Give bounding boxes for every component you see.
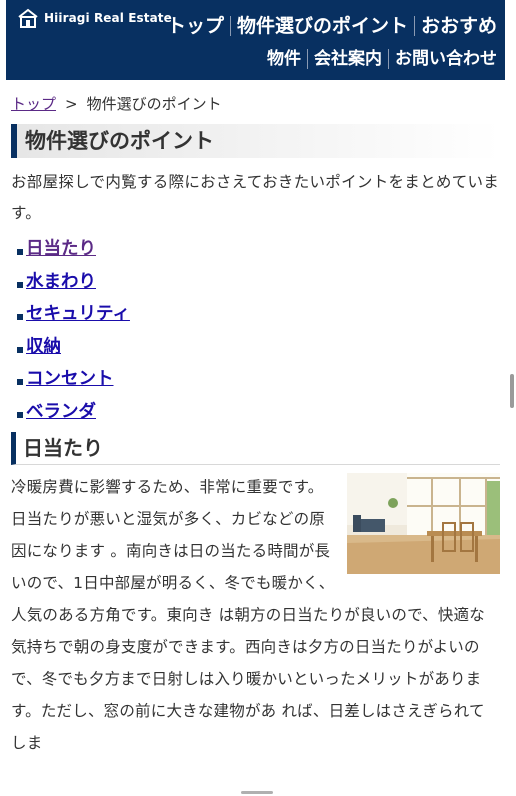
logo-text: Hiiragi Real Estate: [44, 11, 172, 25]
toc-item: 日当たり: [11, 233, 500, 266]
toc-link-security[interactable]: セキュリティ: [26, 298, 130, 331]
main-content: トップ > 物件選びのポイント 物件選びのポイント お部屋探しで内覧する際におさえて…: [11, 80, 500, 759]
breadcrumb-home-link[interactable]: トップ: [11, 95, 56, 113]
toc-link-storage[interactable]: 収納: [26, 331, 61, 364]
toc-item: コンセント: [11, 363, 500, 396]
horizontal-scroll-indicator: [241, 791, 273, 794]
scrollbar-thumb[interactable]: [510, 374, 514, 408]
nav-contact[interactable]: お問い合わせ: [395, 47, 497, 71]
square-bullet-icon: [17, 249, 23, 256]
page-title: 物件選びのポイント: [11, 124, 500, 158]
section-body: 冷暖房費に影響するため、非常に重要です。日当たりが悪いと湿気が多く、カビなどの原…: [11, 471, 500, 759]
room-photo: [347, 473, 500, 574]
square-bullet-icon: [17, 314, 23, 321]
square-bullet-icon: [17, 379, 23, 386]
nav-divider: [229, 16, 231, 36]
square-bullet-icon: [17, 411, 23, 418]
nav-top[interactable]: トップ: [167, 14, 224, 38]
nav-divider: [307, 49, 308, 69]
toc-list: 日当たり 水まわり セキュリティ 収納 コンセント ベランダ: [11, 233, 500, 428]
toc-link-balcony[interactable]: ベランダ: [26, 396, 96, 429]
nav-divider: [413, 16, 415, 36]
page-lead-text: お部屋探しで内覧する際におさえておきたいポイントをまとめています。: [11, 173, 500, 222]
breadcrumb: トップ > 物件選びのポイント: [11, 93, 500, 115]
square-bullet-icon: [17, 346, 23, 353]
toc-link-water[interactable]: 水まわり: [26, 266, 96, 299]
toc-item: ベランダ: [11, 396, 500, 429]
nav-divider: [388, 49, 389, 69]
toc-link-sunlight[interactable]: 日当たり: [26, 233, 96, 266]
breadcrumb-separator: >: [65, 95, 78, 113]
vertical-scrollbar[interactable]: [506, 0, 516, 796]
site-logo[interactable]: Hiiragi Real Estate: [17, 7, 172, 29]
nav-properties[interactable]: 物件: [267, 47, 301, 71]
section-heading-sunlight: 日当たり: [11, 432, 500, 465]
nav-recommended[interactable]: おおすめ: [421, 14, 497, 38]
toc-item: 水まわり: [11, 266, 500, 299]
toc-item: セキュリティ: [11, 298, 500, 331]
site-header: Hiiragi Real Estate トップ 物件選びのポイント おおすめ 物…: [6, 0, 505, 80]
global-nav-row-2: 物件 会社案内 お問い合わせ: [267, 47, 497, 71]
breadcrumb-current: 物件選びのポイント: [86, 95, 222, 113]
nav-company[interactable]: 会社案内: [314, 47, 382, 71]
square-bullet-icon: [17, 281, 23, 288]
toc-item: 収納: [11, 331, 500, 364]
nav-points[interactable]: 物件選びのポイント: [237, 14, 408, 38]
global-nav-row-1: トップ 物件選びのポイント おおすめ: [167, 14, 497, 38]
toc-link-outlet[interactable]: コンセント: [26, 363, 114, 396]
house-icon: [18, 8, 38, 28]
